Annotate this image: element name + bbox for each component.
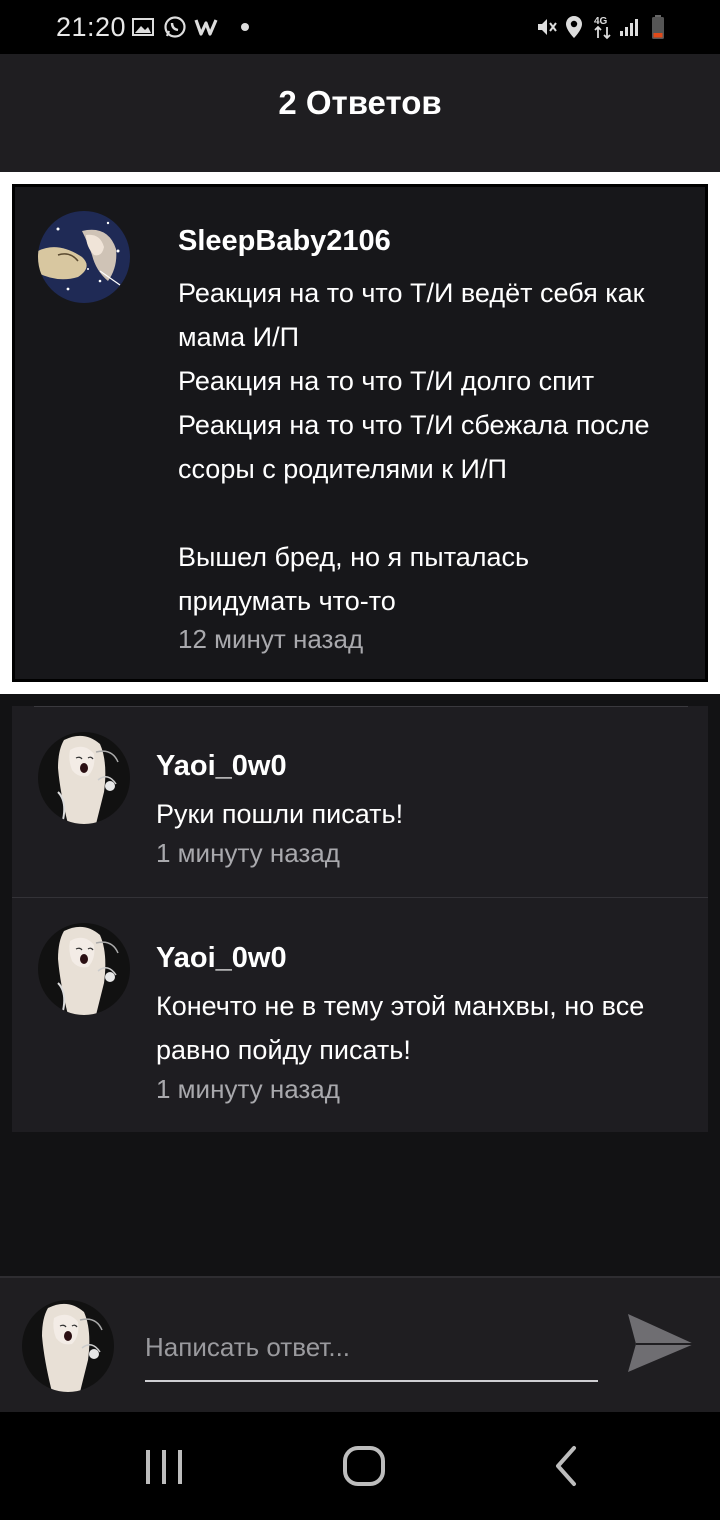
back-icon (556, 1446, 576, 1486)
avatar[interactable] (38, 211, 130, 303)
send-button[interactable] (624, 1308, 698, 1378)
reply-timestamp: 1 минуту назад (156, 1074, 340, 1104)
divider (12, 897, 708, 898)
home-icon (343, 1446, 385, 1486)
avatar[interactable] (38, 732, 130, 824)
page-title: 2 Ответов (278, 84, 442, 121)
navigation-bar (0, 1412, 720, 1520)
reply-username[interactable]: Yaoi_0w0 (156, 942, 287, 975)
compose-bar (0, 1276, 720, 1412)
original-comment-frame: SleepBaby2106 Реакция на то что Т/И ведё… (0, 172, 720, 694)
reply-timestamp: 1 минуту назад (156, 838, 340, 868)
comment-line: придумать что-то (178, 586, 396, 616)
comment-text: Реакция на то что Т/И ведёт себя как мам… (178, 271, 650, 623)
reply-text: Конечто не в тему этой манхвы, но все ра… (156, 984, 644, 1072)
status-time: 21:20 (56, 12, 127, 42)
avatar[interactable] (38, 923, 130, 1015)
recent-apps-button[interactable] (134, 1442, 194, 1490)
4g-data-icon: 4G (592, 14, 614, 40)
home-button[interactable] (334, 1442, 394, 1490)
reply-input[interactable] (145, 1318, 598, 1382)
comment-line: Реакция на то что Т/И ведёт себя как (178, 278, 645, 308)
comment-username[interactable]: SleepBaby2106 (178, 225, 391, 258)
status-bar: 21:20 4G (0, 0, 720, 54)
notification-dot-icon (238, 14, 252, 40)
original-comment[interactable]: SleepBaby2106 Реакция на то что Т/И ведё… (12, 184, 708, 682)
gallery-icon (132, 14, 154, 40)
mute-icon (534, 14, 560, 40)
whatsapp-icon (162, 14, 188, 40)
comment-line: мама И/П (178, 322, 299, 352)
reply-username[interactable]: Yaoi_0w0 (156, 750, 287, 783)
comment-line: Вышел бред, но я пыталась (178, 542, 530, 572)
location-icon (564, 14, 584, 40)
reply-line: Конечто не в тему этой манхвы, но все (156, 991, 645, 1021)
battery-low-icon (650, 14, 666, 40)
svg-text:4G: 4G (594, 16, 608, 27)
comment-line (178, 491, 650, 535)
signal-icon (618, 14, 640, 40)
app-header: 2 Ответов (0, 54, 720, 172)
wattpad-icon (194, 14, 222, 40)
divider (34, 706, 688, 707)
send-icon (628, 1314, 694, 1372)
comment-line: Реакция на то что Т/И долго спит (178, 366, 595, 396)
comment-timestamp: 12 минут назад (178, 624, 364, 654)
reply-line: Руки пошли писать! (156, 799, 404, 829)
replies-list: Yaoi_0w0 Руки пошли писать! 1 минуту наз… (12, 706, 708, 1132)
comment-line: Реакция на то что Т/И сбежала после (178, 410, 650, 440)
recent-apps-icon (146, 1450, 182, 1484)
reply-text: Руки пошли писать! (156, 792, 403, 836)
comment-line: ссоры с родителями к И/П (178, 454, 507, 484)
reply-line: равно пойду писать! (156, 1035, 411, 1065)
avatar (22, 1300, 114, 1392)
back-button[interactable] (536, 1442, 596, 1490)
